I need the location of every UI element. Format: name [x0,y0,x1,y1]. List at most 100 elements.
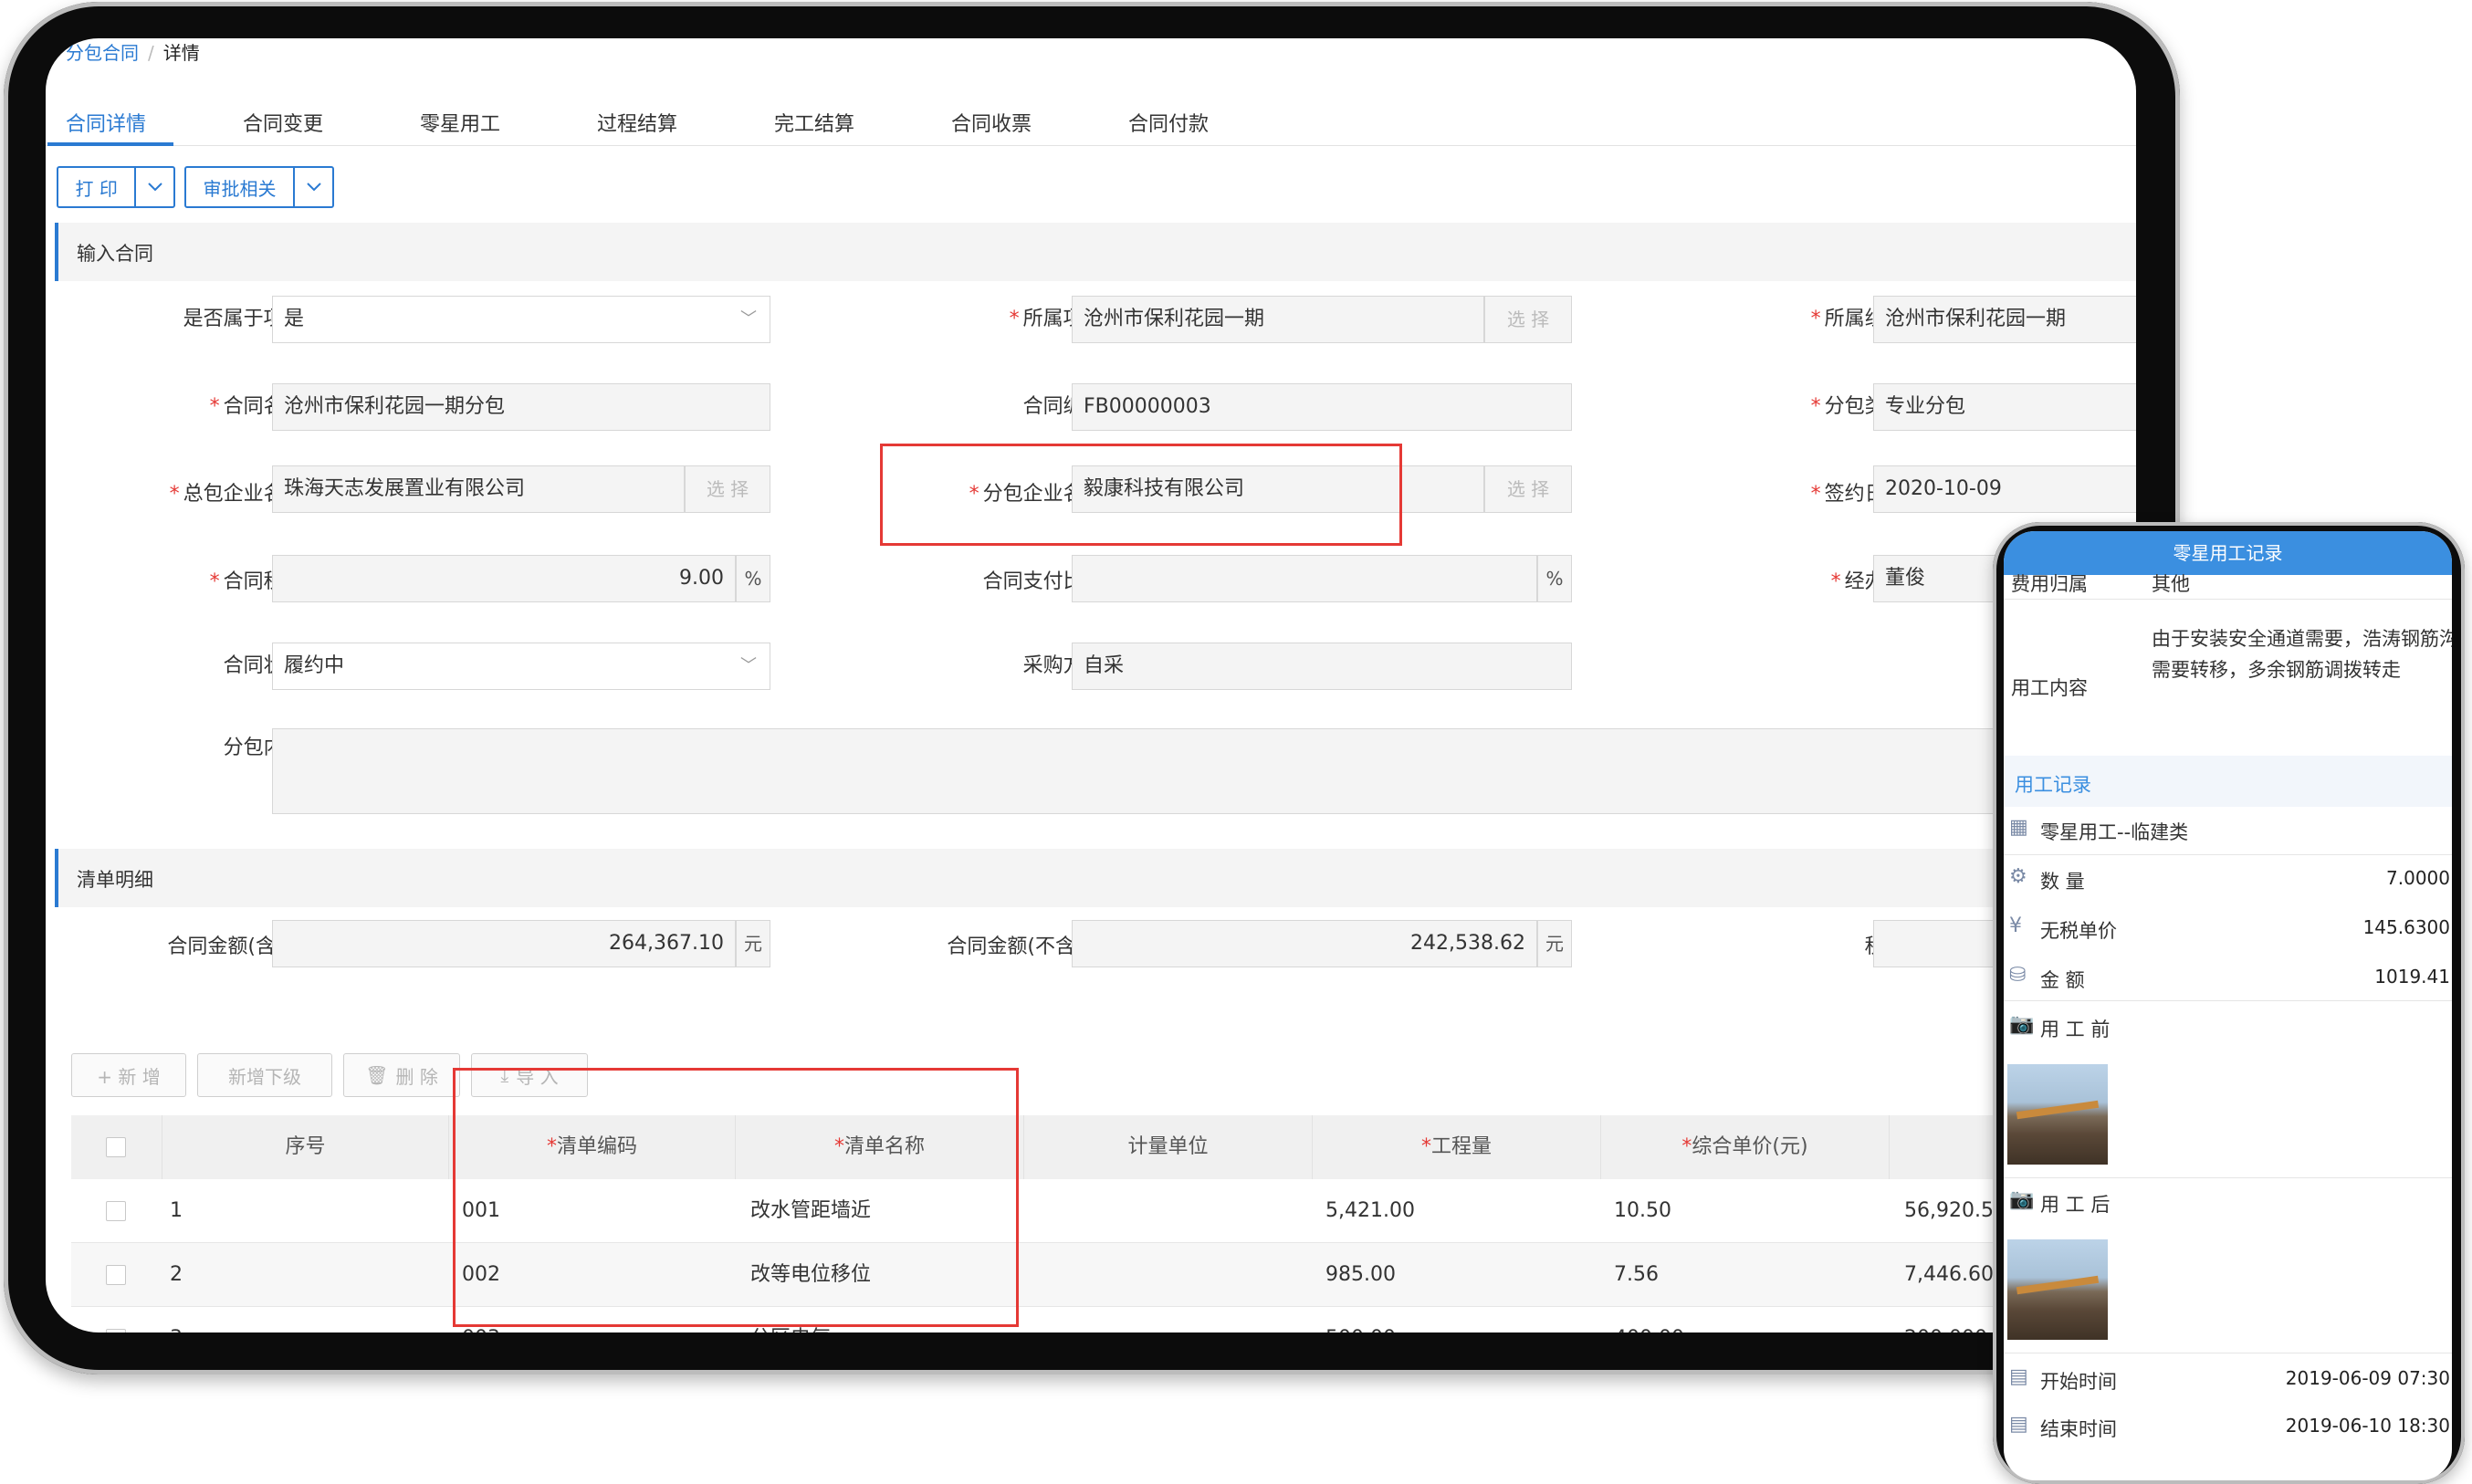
tab-contract-invoice[interactable]: 合同收票 [951,108,1032,137]
section-title: 输入合同 [77,243,153,265]
project-field: 沧州市保利花园一期 [1072,296,1484,343]
content-textarea[interactable] [272,728,2136,814]
row-checkbox[interactable] [106,1329,126,1332]
status-label: 合同状态: [223,654,310,677]
content-label: 分包内容: [223,737,310,759]
chevron-down-icon: ﹀ [740,656,757,675]
tab-contract-payment[interactable]: 合同付款 [1128,108,1209,137]
amount-value: 1019.41 [2374,966,2450,988]
delete-button[interactable]: 🗑 删 除 [343,1053,460,1097]
yen-icon: ¥ [2009,914,2022,937]
before-work-photo[interactable] [2007,1064,2108,1165]
cell-total: 56,920.50 [1904,1199,2006,1222]
category-label: 零星用工--临建类 [2040,821,2189,843]
project-select-button[interactable]: 选 择 [1484,296,1572,343]
chevron-down-icon: ﹀ [740,309,757,329]
tax-rate-unit: % [736,555,770,602]
table-row[interactable]: 1 001 改水管距墙近 5,421.00 10.50 56,920.50 [71,1179,2136,1243]
print-dropdown-toggle[interactable] [136,168,173,206]
section-input-contract: 输入合同 [55,223,2136,281]
add-button[interactable]: + 新 增 [71,1053,186,1097]
sub-company-select-button[interactable]: 选 择 [1484,465,1572,513]
highlight-sub-company [880,444,1402,546]
tab-sporadic-labor[interactable]: 零星用工 [420,108,500,137]
chevron-down-icon [147,183,162,192]
tax-rate-label: * 合同税率: [209,570,310,593]
work-content-line2: 需要转移，多余钢筋调拨转走 [2152,659,2401,681]
after-label: 用 工 后 [2040,1194,2111,1216]
cost-owner-value: 其他 [2152,573,2190,595]
approval-button-group: 审批相关 [184,166,334,208]
tax-rate-field: 9.00 [272,555,736,602]
end-time-label: 结束时间 [2040,1418,2117,1440]
quantity-value: 7.0000 [2386,867,2450,889]
tab-contract-detail[interactable]: 合同详情 [66,108,146,137]
general-company-label: * 总包企业名称: [169,483,310,506]
amount-without-tax-field: 242,538.62 [1072,920,1537,967]
bill-table: 序号 *清单编码 *清单名称 计量单位 *工程量 *综合单价(元) 1 001 … [71,1115,2136,1332]
section-list-detail: 清单明细 [55,849,2136,907]
belongs-project-select[interactable]: 是 ﹀ [272,296,770,343]
amount-without-tax-unit: 元 [1537,920,1572,967]
contract-name-label: * 合同名称: [209,395,310,418]
header-seq: 序号 [162,1115,449,1179]
org-field: 沧州市保利花园一期 [1873,296,2136,343]
row-checkbox[interactable] [106,1201,126,1221]
cell-qty: 500.00 [1325,1307,1396,1332]
pay-ratio-unit: % [1537,555,1572,602]
table-row[interactable]: 3 003 公区电气 500.00 400.00 200,000.00 [71,1307,2136,1332]
chevron-down-icon [306,183,321,192]
cell-seq: 3 [170,1307,183,1332]
divider [2004,599,2452,600]
phone-screen: 零星用工记录 费用归属 其他 用工内容 由于安装安全通道需要，浩涛钢筋沟 需要转… [2004,531,2452,1480]
row-checkbox[interactable] [106,1265,126,1285]
before-label: 用 工 前 [2040,1019,2111,1040]
tab-bar: 合同详情 合同变更 零星用工 过程结算 完工结算 合同收票 合同付款 [46,93,2136,146]
header-price: *综合单价(元) [1601,1115,1890,1179]
amount-with-tax-label: 合同金额(含税): [167,935,310,958]
highlight-bill-code-name [453,1068,1019,1327]
trash-icon: 🗑 [365,1064,389,1086]
tablet-screen: 分包合同 / 详情 合同详情 合同变更 零星用工 过程结算 完工结算 合同收票 合同… [46,38,2136,1332]
tab-process-settlement[interactable]: 过程结算 [597,108,677,137]
after-work-photo[interactable] [2007,1239,2108,1340]
approval-button[interactable]: 审批相关 [186,168,296,206]
tax-label: 税金: [1638,924,1912,971]
print-button[interactable]: 打 印 [58,168,137,206]
camera-icon: 📷 [2009,1188,2035,1211]
unit-price-label: 无税单价 [2040,920,2117,942]
section-title: 清单明细 [77,869,153,891]
approval-dropdown-toggle[interactable] [295,168,332,206]
purchase-field: 自采 [1072,643,1572,690]
quantity-label: 数 量 [2040,871,2085,893]
cell-qty: 5,421.00 [1325,1199,1415,1222]
end-time-value: 2019-06-10 18:30 [2285,1415,2450,1437]
breadcrumb-current: 详情 [162,42,200,64]
active-tab-indicator [47,142,173,146]
amount-with-tax-field: 264,367.10 [272,920,736,967]
record-section-title: 用工记录 [2015,774,2091,796]
select-all-checkbox[interactable] [106,1137,126,1157]
cell-qty: 985.00 [1325,1263,1396,1286]
divider [2004,854,2452,855]
tab-contract-change[interactable]: 合同变更 [243,108,323,137]
sign-date-field[interactable]: 2020-10-09 [1873,465,2136,513]
purchase-label: 采购方式: [1022,654,1110,677]
tab-completion-settlement[interactable]: 完工结算 [774,108,854,137]
cell-price: 7.56 [1614,1263,1659,1286]
print-button-group: 打 印 [57,166,175,208]
coins-icon: ⛁ [2009,964,2027,987]
status-select[interactable]: 履约中 ﹀ [272,643,770,690]
general-company-select-button[interactable]: 选 择 [685,465,770,513]
contract-name-field: 沧州市保利花园一期分包 [272,383,770,431]
add-sub-button[interactable]: 新增下级 [197,1053,332,1097]
contract-no-field: FB00000003 [1072,383,1572,431]
handler-label: *经办人: [1830,570,1912,593]
start-time-value: 2019-06-09 07:30 [2285,1367,2450,1389]
amount-with-tax-unit: 元 [736,920,770,967]
sign-date-label: * 签约日期: [1810,483,1912,506]
breadcrumb-parent[interactable]: 分包合同 [66,42,139,64]
camera-icon: 📷 [2009,1013,2035,1036]
header-unit: 计量单位 [1024,1115,1313,1179]
table-row[interactable]: 2 002 改等电位移位 985.00 7.56 7,446.60 [71,1243,2136,1307]
